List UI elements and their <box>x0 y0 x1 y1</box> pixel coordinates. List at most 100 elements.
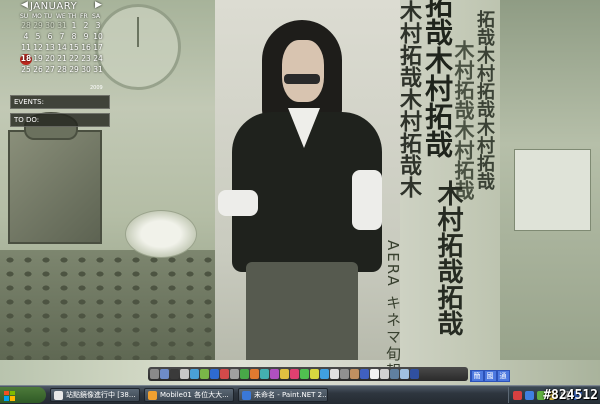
calendar-day[interactable]: 1 <box>68 21 80 32</box>
watermark-id: #824512 <box>543 388 598 403</box>
lang-button-country[interactable]: 國 <box>484 371 496 381</box>
window-icon[interactable] <box>410 369 419 379</box>
calendar-day[interactable]: 30 <box>80 65 92 76</box>
calendar-day[interactable]: 8 <box>68 32 80 43</box>
document-icon[interactable] <box>180 369 189 379</box>
settings-icon[interactable] <box>230 369 239 379</box>
calendar-day[interactable]: 5 <box>32 32 44 43</box>
calendar-day[interactable]: 19 <box>32 54 44 65</box>
calendar-day[interactable]: 7 <box>56 32 68 43</box>
calendar-weekday: TH <box>68 13 77 20</box>
calendar-day[interactable]: 21 <box>56 54 68 65</box>
wallpaper-coffee-beans <box>0 250 215 360</box>
windows-logo-icon <box>4 390 15 401</box>
taskbar-task-paintnet[interactable]: 未命名 - Paint.NET 2... <box>238 388 328 402</box>
heart-icon[interactable] <box>290 369 299 379</box>
todo-note[interactable]: TO DO: <box>10 113 110 127</box>
calendar-day[interactable]: 31 <box>92 65 104 76</box>
wallpaper-coffee-grinder <box>8 130 102 244</box>
calendar-day[interactable]: 10 <box>92 32 104 43</box>
start-button[interactable] <box>0 387 46 403</box>
calendar-day[interactable]: 16 <box>80 43 92 54</box>
cloud-icon[interactable] <box>400 369 409 379</box>
calc-icon[interactable] <box>380 369 389 379</box>
tray-icon[interactable] <box>513 390 522 400</box>
chevron-right-icon[interactable]: ▶ <box>95 0 105 12</box>
home-icon[interactable] <box>150 369 159 379</box>
page-icon[interactable] <box>330 369 339 379</box>
calendar-day[interactable]: 2 <box>80 21 92 32</box>
kanji-column: 拓哉木村拓哉 <box>421 0 454 158</box>
lang-button-general[interactable]: 通 <box>497 371 509 381</box>
calendar-weekday: TU <box>44 13 53 20</box>
calendar-day-today[interactable]: 18 <box>20 54 32 65</box>
mail-icon[interactable] <box>210 369 219 379</box>
wallpaper-coffee-cup <box>125 210 197 258</box>
calendar-month: JANUARY <box>30 1 78 12</box>
browser-icon[interactable] <box>190 369 199 379</box>
calendar-day[interactable]: 15 <box>68 43 80 54</box>
calendar-day[interactable]: 24 <box>92 54 104 65</box>
calendar-day[interactable]: 12 <box>32 43 44 54</box>
paint-icon <box>242 390 251 400</box>
calendar-weekday: SA <box>92 13 101 20</box>
calendar-day[interactable]: 6 <box>44 32 56 43</box>
bulb-icon[interactable] <box>310 369 319 379</box>
leaf-icon[interactable] <box>300 369 309 379</box>
calendar-day[interactable]: 30 <box>44 21 56 32</box>
calendar-weekday: SU <box>20 13 29 20</box>
portrait-sleeve-left <box>218 190 258 216</box>
folder-icon[interactable] <box>160 369 169 379</box>
music-icon[interactable] <box>220 369 229 379</box>
image-icon[interactable] <box>370 369 379 379</box>
chat-icon[interactable] <box>200 369 209 379</box>
window-icon <box>54 390 63 400</box>
calendar-widget[interactable]: ◀ JANUARY ▶ SU MO TU WE TH FR SA 28 29 30 31 1 2 3 4 5… <box>0 0 112 92</box>
wallpaper-magazine-title: AERA キネマ旬報 <box>384 240 402 380</box>
kanji-column: 木村拓哉木村拓哉 <box>451 40 475 200</box>
calendar-day[interactable]: 23 <box>80 54 92 65</box>
wallpaper-window-grid <box>514 149 591 231</box>
taskbar-task-mirror[interactable]: 站點鏡像進行中 [38... <box>50 388 140 402</box>
kanji-column: 木村拓哉拓哉 <box>433 180 463 336</box>
calendar-day[interactable]: 13 <box>44 43 56 54</box>
calendar-day[interactable]: 29 <box>68 65 80 76</box>
taskbar-task-mobile01[interactable]: Mobile01 各位大大... <box>144 388 234 402</box>
calendar-day[interactable]: 14 <box>56 43 68 54</box>
calendar-day[interactable]: 31 <box>56 21 68 32</box>
calendar-day[interactable]: 11 <box>20 43 32 54</box>
calendar-day[interactable]: 28 <box>20 21 32 32</box>
photo-icon[interactable] <box>350 369 359 379</box>
calendar-day[interactable]: 28 <box>56 65 68 76</box>
desktop[interactable]: 木村拓哉木村拓哉木 拓哉木村拓哉 木村拓哉木村拓哉 拓哉木村拓哉木村拓哉 木村拓… <box>0 0 600 385</box>
sun-icon[interactable] <box>280 369 289 379</box>
calendar-weekday: MO <box>32 13 42 20</box>
tree-icon[interactable] <box>240 369 249 379</box>
calendar-day[interactable]: 25 <box>20 65 32 76</box>
tray-icon[interactable] <box>525 390 534 400</box>
globe-icon[interactable] <box>320 369 329 379</box>
lang-button-simplified[interactable]: 簡 <box>471 371 483 381</box>
grid-icon[interactable] <box>390 369 399 379</box>
note-icon[interactable] <box>360 369 369 379</box>
events-note[interactable]: EVENTS: <box>10 95 110 109</box>
fire-icon[interactable] <box>250 369 259 379</box>
calendar-day[interactable]: 27 <box>44 65 56 76</box>
task-label: 站點鏡像進行中 [38... <box>66 391 136 399</box>
terminal-icon[interactable] <box>170 369 179 379</box>
browser-icon <box>148 390 157 400</box>
calendar-day[interactable]: 9 <box>80 32 92 43</box>
calendar-day[interactable]: 4 <box>20 32 32 43</box>
portrait-sleeve-right <box>352 170 382 230</box>
calendar-day[interactable]: 29 <box>32 21 44 32</box>
calendar-day[interactable]: 20 <box>44 54 56 65</box>
calendar-day[interactable]: 26 <box>32 65 44 76</box>
star-icon[interactable] <box>270 369 279 379</box>
drop-icon[interactable] <box>260 369 269 379</box>
calendar-day[interactable]: 17 <box>92 43 104 54</box>
calendar-day[interactable]: 3 <box>92 21 104 32</box>
disk-icon[interactable] <box>340 369 349 379</box>
task-label: Mobile01 各位大大... <box>160 391 229 399</box>
calendar-weekday: WE <box>56 13 66 20</box>
calendar-day[interactable]: 22 <box>68 54 80 65</box>
